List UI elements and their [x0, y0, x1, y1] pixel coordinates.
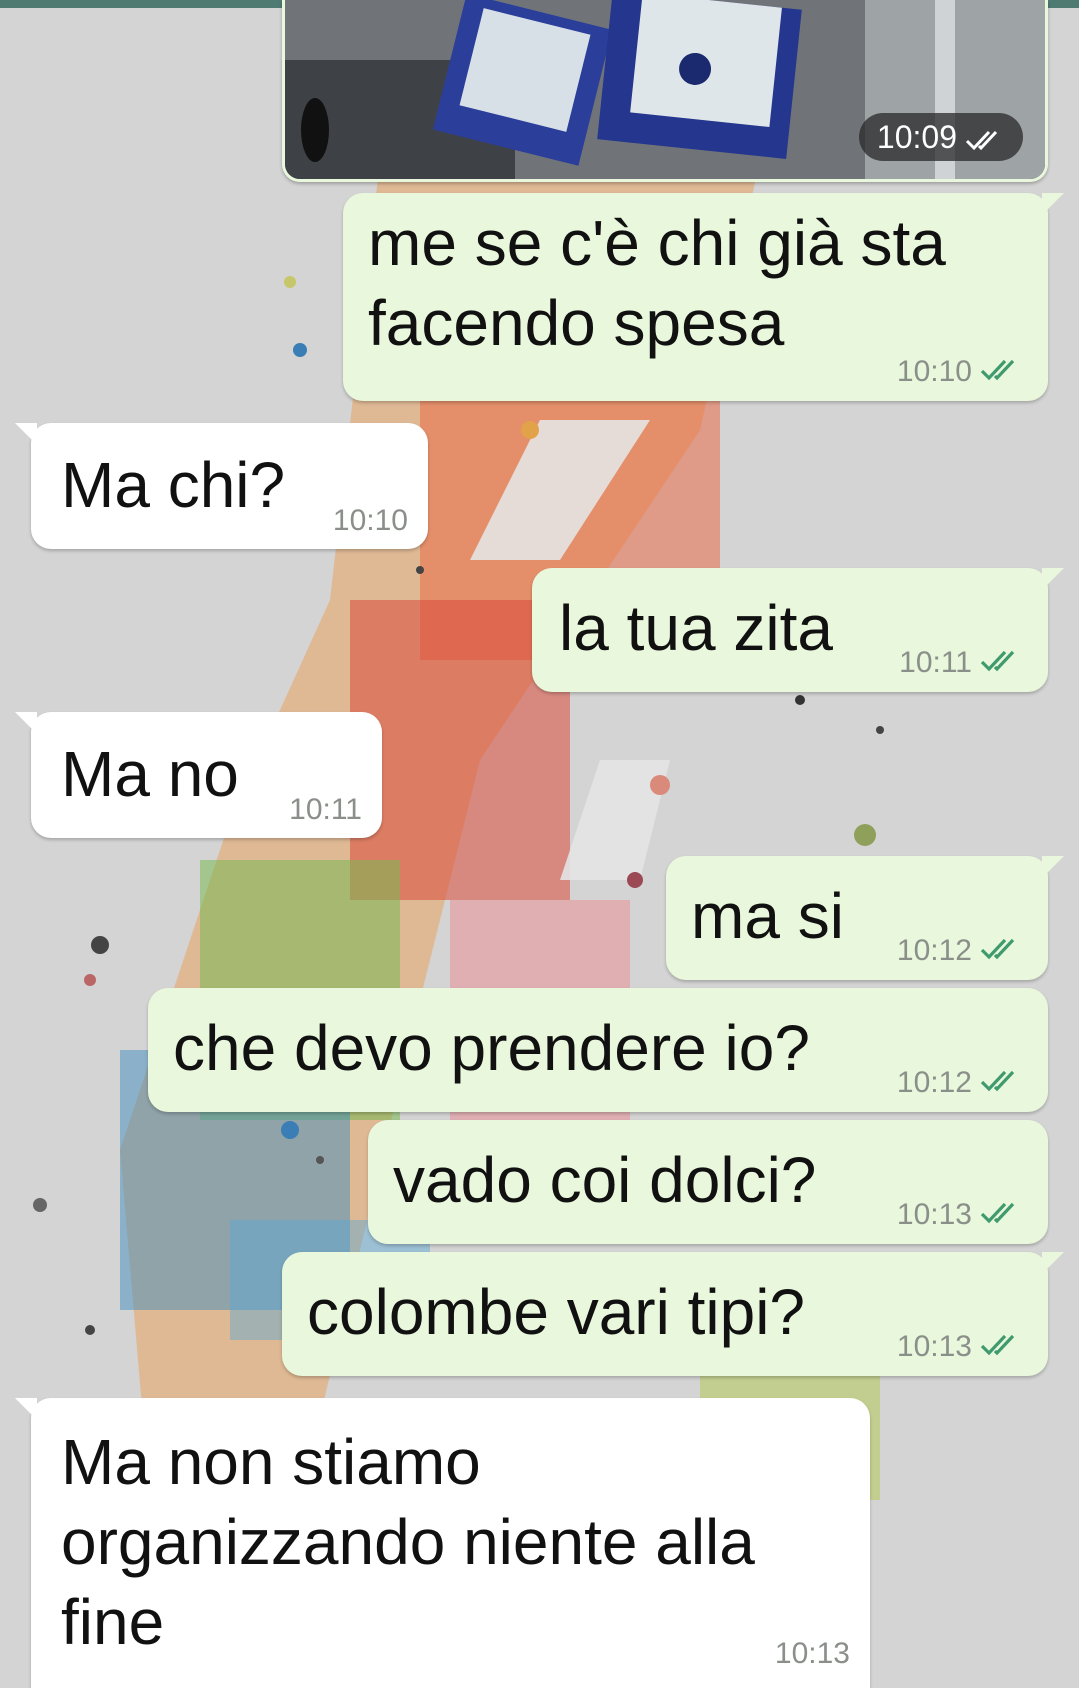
message-text-line: Ma non stiamo: [61, 1426, 481, 1498]
double-check-icon: [980, 934, 1026, 970]
double-check-icon: [980, 1066, 1026, 1102]
message-meta: 10:13: [775, 1636, 850, 1672]
message-meta: 10:11: [899, 645, 1026, 682]
message-bubble-outgoing[interactable]: la tua zita 10:11: [532, 568, 1064, 692]
image-message[interactable]: 10:09: [282, 0, 1048, 182]
double-check-icon: [980, 1198, 1026, 1234]
message-text-line: organizzando niente alla: [61, 1506, 755, 1578]
double-check-icon: [980, 355, 1026, 391]
message-bubble-outgoing[interactable]: ma si 10:12: [666, 856, 1064, 980]
message-bubble-incoming[interactable]: Ma no 10:11: [15, 712, 382, 838]
message-time: 10:10: [332, 504, 408, 537]
message-text-line: fine: [61, 1586, 165, 1658]
message-time: 10:12: [896, 933, 972, 967]
message-meta: 10:13: [897, 1329, 1026, 1366]
message-bubble-outgoing[interactable]: che devo prendere io? 10:12: [148, 988, 1048, 1112]
message-meta: 10:13: [897, 1197, 1026, 1234]
message-text-line: me se c'è chi già sta: [368, 207, 946, 279]
double-check-icon: [965, 116, 1005, 164]
double-check-icon: [980, 646, 1026, 682]
message-meta: 10:12: [897, 933, 1026, 970]
message-time: 10:13: [774, 1637, 850, 1670]
message-bubble-incoming[interactable]: Ma non stiamo organizzando niente alla f…: [15, 1398, 870, 1688]
message-meta: 10:12: [897, 1065, 1026, 1102]
message-time: 10:12: [896, 1065, 972, 1099]
image-timestamp: 10:09: [858, 113, 1023, 164]
message-text-line: che devo prendere io?: [173, 1012, 810, 1084]
message-meta: 10:11: [289, 792, 362, 828]
message-meta: 10:10: [333, 503, 408, 539]
message-time: 10:10: [896, 354, 972, 388]
message-text-line: facendo spesa: [368, 287, 785, 359]
message-time: 10:11: [289, 793, 362, 826]
message-bubble-outgoing[interactable]: vado coi dolci? 10:13: [368, 1120, 1048, 1244]
message-time: 10:13: [896, 1197, 972, 1231]
message-bubble-incoming[interactable]: Ma chi? 10:10: [15, 423, 428, 549]
message-time: 10:13: [896, 1329, 972, 1363]
message-bubble-outgoing[interactable]: me se c'è chi già sta facendo spesa 10:1…: [343, 193, 1064, 401]
message-bubble-outgoing[interactable]: colombe vari tipi? 10:13: [282, 1252, 1064, 1376]
message-meta: 10:10: [897, 354, 1026, 391]
message-time: 10:11: [899, 645, 972, 679]
double-check-icon: [980, 1330, 1026, 1366]
